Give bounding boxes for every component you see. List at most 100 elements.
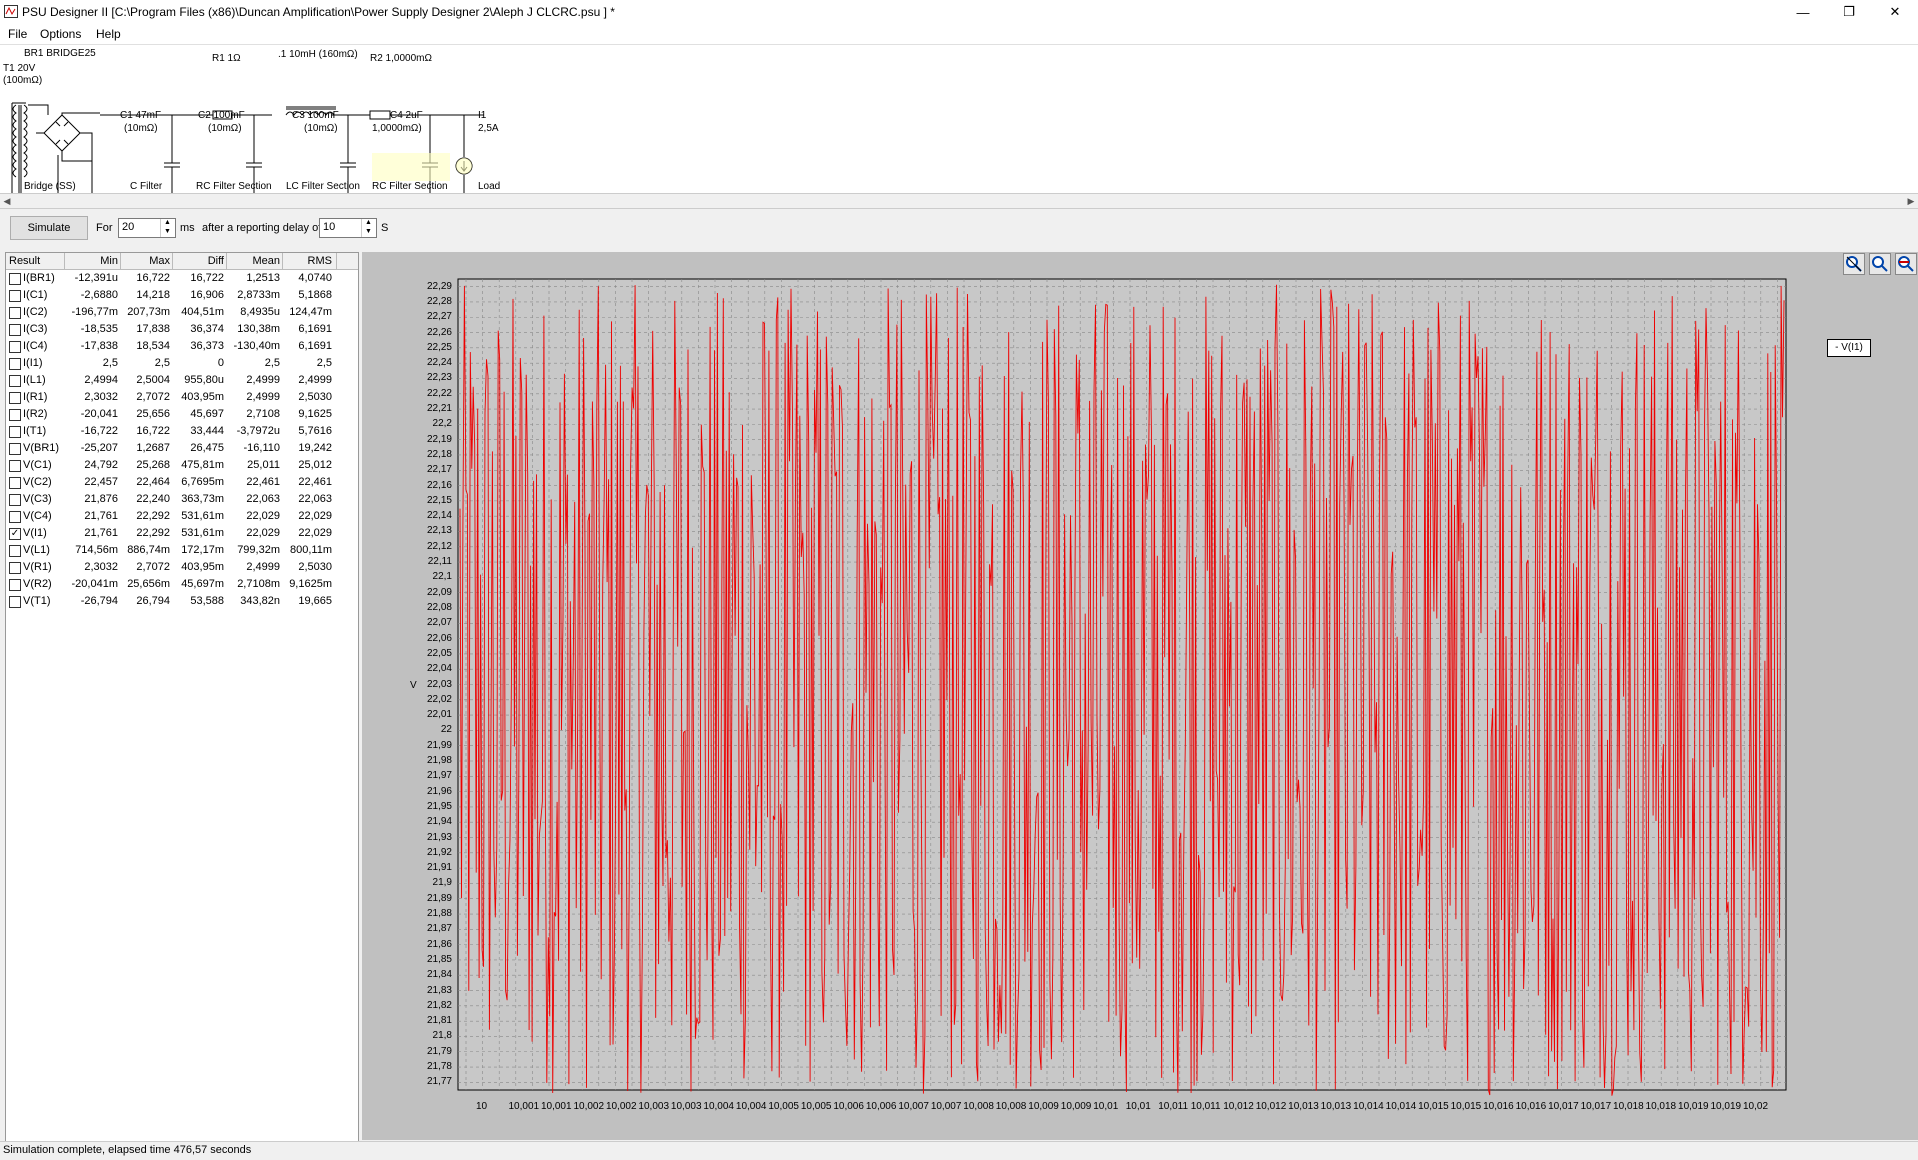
y-tick-label: 22,09	[426, 586, 452, 598]
row-checkbox[interactable]	[9, 375, 21, 387]
row-checkbox[interactable]	[9, 426, 21, 438]
zoom-tool[interactable]	[1869, 253, 1891, 275]
table-row[interactable]: V(BR1) -25,207 1,2687 26,475 -16,110 19,242	[6, 441, 358, 458]
table-row[interactable]: I(T1) -16,722 16,722 33,444 -3,7972u 5,7616	[6, 424, 358, 441]
duration-spinner[interactable]: 20 ▲ ▼	[118, 218, 176, 238]
cell-min: 2,4994	[84, 374, 118, 386]
minimize-button[interactable]: —	[1780, 0, 1826, 24]
cell-mean: 22,063	[246, 493, 280, 505]
col-diff[interactable]: Diff	[174, 255, 224, 269]
col-result[interactable]: Result	[9, 255, 40, 269]
y-tick-label: 22,24	[426, 357, 452, 369]
table-row[interactable]: I(C3) -18,535 17,838 36,374 130,38m 6,1691	[6, 322, 358, 339]
schematic-scrollbar[interactable]: ◀ ▶	[0, 193, 1918, 209]
row-checkbox[interactable]	[9, 443, 21, 455]
y-tick-label: 21,78	[426, 1061, 452, 1073]
row-checkbox[interactable]	[9, 477, 21, 489]
zoom-in-tool[interactable]	[1843, 253, 1865, 275]
table-row[interactable]: I(I1) 2,5 2,5 0 2,5 2,5	[6, 356, 358, 373]
menu-file[interactable]: File	[8, 27, 27, 41]
row-checkbox[interactable]	[9, 324, 21, 336]
maximize-button[interactable]: ❐	[1826, 0, 1872, 24]
x-tick-label: 10,018	[1613, 1101, 1644, 1112]
table-row[interactable]: V(L1) 714,56m 886,74m 172,17m 799,32m 800,11m	[6, 543, 358, 560]
row-checkbox[interactable]	[9, 341, 21, 353]
row-checkbox[interactable]	[9, 579, 21, 591]
row-checkbox[interactable]	[9, 596, 21, 608]
x-tick-label: 10,005	[768, 1101, 799, 1112]
row-checkbox[interactable]: ✓	[9, 528, 21, 540]
row-checkbox[interactable]	[9, 358, 21, 370]
duration-updown[interactable]: ▲ ▼	[160, 219, 175, 237]
row-checkbox[interactable]	[9, 409, 21, 421]
table-row[interactable]: I(C1) -2,6880 14,218 16,906 2,8733m 5,1868	[6, 288, 358, 305]
row-checkbox[interactable]	[9, 562, 21, 574]
col-max[interactable]: Max	[122, 255, 170, 269]
cell-max: 1,2687	[136, 442, 170, 454]
table-row[interactable]: I(BR1) -12,391u 16,722 16,722 1,2513 4,0740	[6, 271, 358, 288]
cell-diff: 531,61m	[181, 510, 224, 522]
r1-label: R1 1Ω	[212, 53, 241, 64]
cell-rms: 9,1625m	[289, 578, 332, 590]
scroll-left-icon[interactable]: ◀	[0, 194, 14, 208]
s-label: S	[381, 222, 389, 234]
scroll-right-icon[interactable]: ▶	[1904, 194, 1918, 208]
spin-up-icon[interactable]: ▲	[164, 219, 171, 226]
table-row[interactable]: ✓ V(I1) 21,761 22,292 531,61m 22,029 22,029	[6, 526, 358, 543]
cell-mean: -130,40m	[233, 340, 280, 352]
row-name: V(BR1)	[23, 442, 60, 454]
col-mean[interactable]: Mean	[228, 255, 280, 269]
cell-max: 2,5004	[136, 374, 170, 386]
cell-mean: 799,32m	[237, 544, 280, 556]
table-row[interactable]: I(C2) -196,77m 207,73m 404,51m 8,4935u 124,47…	[6, 305, 358, 322]
spin-up-icon[interactable]: ▲	[365, 219, 372, 226]
table-row[interactable]: I(R1) 2,3032 2,7072 403,95m 2,4999 2,5030	[6, 390, 358, 407]
col-rms[interactable]: RMS	[284, 255, 332, 269]
chart-legend[interactable]: - V(I1)	[1827, 339, 1871, 357]
spin-down-icon[interactable]: ▼	[365, 228, 372, 235]
cell-diff: 45,697m	[181, 578, 224, 590]
table-row[interactable]: V(T1) -26,794 26,794 53,588 343,82n 19,665	[6, 594, 358, 611]
cell-max: 22,292	[136, 510, 170, 522]
table-row[interactable]: V(C1) 24,792 25,268 475,81m 25,011 25,012	[6, 458, 358, 475]
menu-options[interactable]: Options	[40, 27, 81, 41]
row-checkbox[interactable]	[9, 392, 21, 404]
y-tick-label: 22,13	[426, 525, 452, 537]
table-row[interactable]: V(C4) 21,761 22,292 531,61m 22,029 22,029	[6, 509, 358, 526]
row-checkbox[interactable]	[9, 460, 21, 472]
table-row[interactable]: V(C2) 22,457 22,464 6,7695m 22,461 22,461	[6, 475, 358, 492]
close-button[interactable]: ✕	[1872, 0, 1918, 24]
table-row[interactable]: V(R2) -20,041m 25,656m 45,697m 2,7108m 9,1625…	[6, 577, 358, 594]
x-tick-label: 10,002	[605, 1101, 637, 1112]
cell-diff: 363,73m	[181, 493, 224, 505]
table-row[interactable]: I(C4) -17,838 18,534 36,373 -130,40m 6,1691	[6, 339, 358, 356]
table-row[interactable]: V(C3) 21,876 22,240 363,73m 22,063 22,063	[6, 492, 358, 509]
row-checkbox[interactable]	[9, 307, 21, 319]
spin-down-icon[interactable]: ▼	[164, 228, 171, 235]
menu-help[interactable]: Help	[96, 27, 121, 41]
row-checkbox[interactable]	[9, 273, 21, 285]
y-tick-label: 22,21	[426, 403, 452, 415]
zoom-out-tool[interactable]	[1895, 253, 1917, 275]
table-row[interactable]: I(L1) 2,4994 2,5004 955,80u 2,4999 2,4999	[6, 373, 358, 390]
delay-updown[interactable]: ▲ ▼	[361, 219, 376, 237]
cell-min: 21,761	[84, 510, 118, 522]
cell-min: 21,876	[84, 493, 118, 505]
delay-spinner[interactable]: 10 ▲ ▼	[319, 218, 377, 238]
schematic-drawing[interactable]	[0, 45, 520, 193]
col-min[interactable]: Min	[66, 255, 118, 269]
row-checkbox[interactable]	[9, 290, 21, 302]
y-tick-label: 22,15	[426, 494, 452, 506]
simulate-button[interactable]: Simulate	[10, 216, 88, 240]
cell-min: -16,722	[80, 425, 118, 437]
close-icon: ✕	[1889, 4, 1901, 19]
table-row[interactable]: V(R1) 2,3032 2,7072 403,95m 2,4999 2,5030	[6, 560, 358, 577]
cell-rms: 22,029	[298, 510, 332, 522]
row-checkbox[interactable]	[9, 494, 21, 506]
x-tick-label: 10,017	[1548, 1101, 1579, 1112]
x-tick-label: 10,013	[1320, 1101, 1352, 1112]
row-checkbox[interactable]	[9, 545, 21, 557]
table-row[interactable]: I(R2) -20,041 25,656 45,697 2,7108 9,1625	[6, 407, 358, 424]
cell-min: 2,3032	[84, 391, 118, 403]
row-checkbox[interactable]	[9, 511, 21, 523]
